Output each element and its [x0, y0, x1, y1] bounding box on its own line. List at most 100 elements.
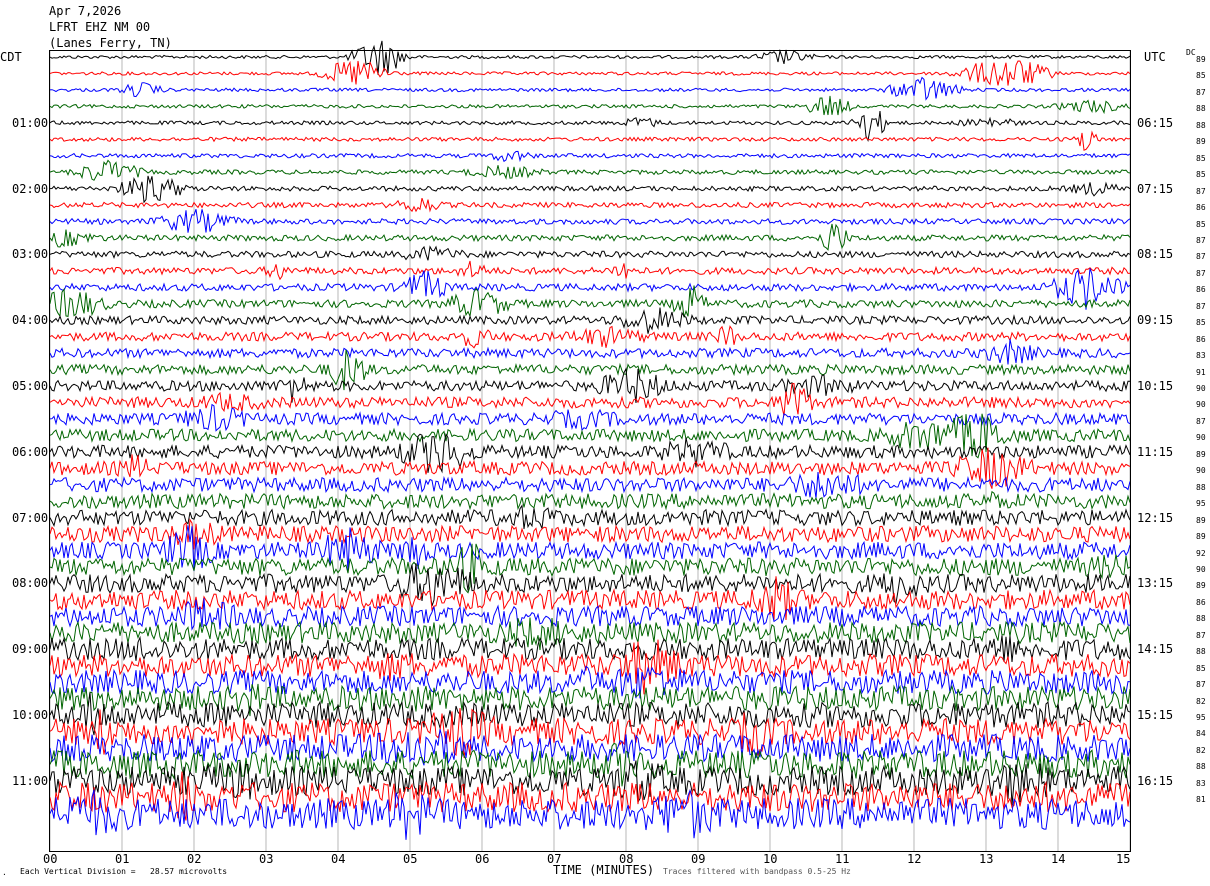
trace-line-7	[49, 159, 1131, 181]
footer-right: Traces filtered with bandpass 0.5-25 Hz	[663, 867, 851, 876]
trace-line-0	[49, 40, 1131, 75]
left-time-label: 10:00	[12, 708, 49, 722]
dc-offset-label: 89	[1196, 532, 1206, 542]
x-tick-label: 01	[115, 852, 130, 866]
trace-line-10	[49, 209, 1131, 233]
dc-offset-label: 87	[1196, 87, 1206, 97]
trace-line-15	[49, 285, 1131, 318]
dc-offset-label: 88	[1196, 104, 1206, 114]
dc-offset-label: 82	[1196, 696, 1206, 706]
trace-line-19	[49, 349, 1131, 391]
dc-offset-label: 87	[1196, 301, 1206, 311]
dc-offset-label: 84	[1196, 729, 1206, 739]
trace-line-28	[49, 504, 1131, 530]
dc-offset-label: 85	[1196, 219, 1206, 229]
trace-line-6	[49, 150, 1131, 163]
dc-offset-label: 91	[1196, 367, 1206, 377]
dc-offset-label: 89	[1196, 581, 1206, 591]
x-tick-label: 13	[979, 852, 994, 866]
dc-offset-label: 90	[1196, 564, 1206, 574]
dc-offset-label: 87	[1196, 416, 1206, 426]
x-tick-label: 00	[43, 852, 58, 866]
trace-line-13	[49, 260, 1131, 281]
seismic-traces	[49, 40, 1131, 840]
trace-line-18	[49, 339, 1131, 365]
dc-offset-label: 87	[1196, 680, 1206, 690]
x-axis-label: TIME (MINUTES)	[553, 863, 655, 877]
corner-mark: ·	[2, 870, 7, 879]
dc-offset-label: 83	[1196, 351, 1206, 361]
right-time-label: 14:15	[1137, 642, 1174, 657]
dc-offset-label: 87	[1196, 235, 1206, 245]
left-time-label: 02:00	[12, 181, 49, 196]
trace-line-16	[49, 307, 1131, 334]
trace-line-5	[49, 130, 1131, 151]
trace-line-12	[49, 245, 1131, 261]
x-tick-label: 05	[403, 852, 418, 866]
x-tick-label: 06	[475, 852, 490, 866]
right-time-label: 11:15	[1137, 444, 1174, 459]
scale-note: Each Vertical Division = 28.57 microvolt…	[20, 867, 228, 876]
dc-offset-label: 81	[1196, 795, 1206, 805]
left-time-label: 09:00	[12, 642, 49, 657]
x-tick-label: 14	[1051, 852, 1066, 866]
left-time-label: 05:00	[12, 379, 49, 393]
dc-offset-label: 86	[1196, 203, 1206, 213]
dc-offset-label: 88	[1196, 762, 1206, 772]
trace-line-40	[49, 692, 1131, 736]
x-tick-label: 03	[259, 852, 274, 866]
trace-line-11	[49, 223, 1131, 251]
trace-line-9	[49, 197, 1131, 213]
right-time-label: 10:15	[1137, 379, 1174, 393]
dc-offset-label: 90	[1196, 466, 1206, 476]
trace-line-3	[49, 95, 1131, 116]
dc-offset-label: 85	[1196, 663, 1206, 673]
dc-offset-label: 88	[1196, 482, 1206, 492]
x-tick-label: 15	[1116, 852, 1131, 866]
left-time-label: 04:00	[12, 313, 49, 328]
dc-offset-label: 85	[1196, 153, 1206, 163]
right-time-label: 12:15	[1137, 510, 1174, 525]
dc-offset-label: 83	[1196, 778, 1206, 788]
trace-line-22	[49, 403, 1131, 432]
dc-offset-label: 89	[1196, 55, 1206, 64]
x-tick-label: 11	[835, 852, 850, 866]
right-time-label: 16:15	[1137, 773, 1174, 788]
dc-offset-label: 90	[1196, 384, 1206, 393]
x-tick-label: 09	[691, 852, 706, 866]
left-time-label: 08:00	[12, 576, 49, 591]
dc-offset-label: 87	[1196, 252, 1206, 262]
dc-offset-label: 90	[1196, 400, 1206, 410]
dc-offset-label: 88	[1196, 120, 1206, 130]
left-time-label: 07:00	[12, 510, 49, 525]
trace-line-24	[49, 432, 1131, 474]
left-time-label: 01:00	[12, 115, 49, 130]
right-time-label: 08:15	[1137, 247, 1174, 262]
dc-offset-label: 95	[1196, 499, 1206, 509]
dc-offset-label: 87	[1196, 186, 1206, 196]
x-tick-label: 12	[907, 852, 922, 866]
trace-line-29	[49, 518, 1131, 550]
dc-offset-label: 88	[1196, 614, 1206, 624]
right-time-label: 15:15	[1137, 708, 1174, 722]
minute-grid	[49, 51, 1131, 851]
trace-line-8	[49, 175, 1131, 204]
dc-offset-label: 86	[1196, 285, 1206, 295]
left-time-label: 03:00	[12, 247, 49, 262]
right-time-label: 07:15	[1137, 181, 1174, 196]
right-time-label: 06:15	[1137, 115, 1174, 130]
dc-offset-label: 90	[1196, 433, 1206, 443]
dc-offset-label: 85	[1196, 71, 1206, 81]
x-tick-label: 04	[331, 852, 346, 866]
left-time-label: 11:00	[12, 773, 49, 788]
trace-line-17	[49, 325, 1131, 349]
dc-offset-label: 95	[1196, 713, 1206, 722]
dc-offset-label: 89	[1196, 137, 1206, 147]
dc-offset-label: 92	[1196, 548, 1206, 558]
dc-offset-label: 89	[1196, 515, 1206, 525]
x-tick-label: 10	[763, 852, 778, 866]
dc-offset-label: 86	[1196, 334, 1206, 344]
right-time-label: 09:15	[1137, 313, 1174, 328]
dc-offset-label: 86	[1196, 597, 1206, 607]
dc-offset-label: 87	[1196, 268, 1206, 278]
